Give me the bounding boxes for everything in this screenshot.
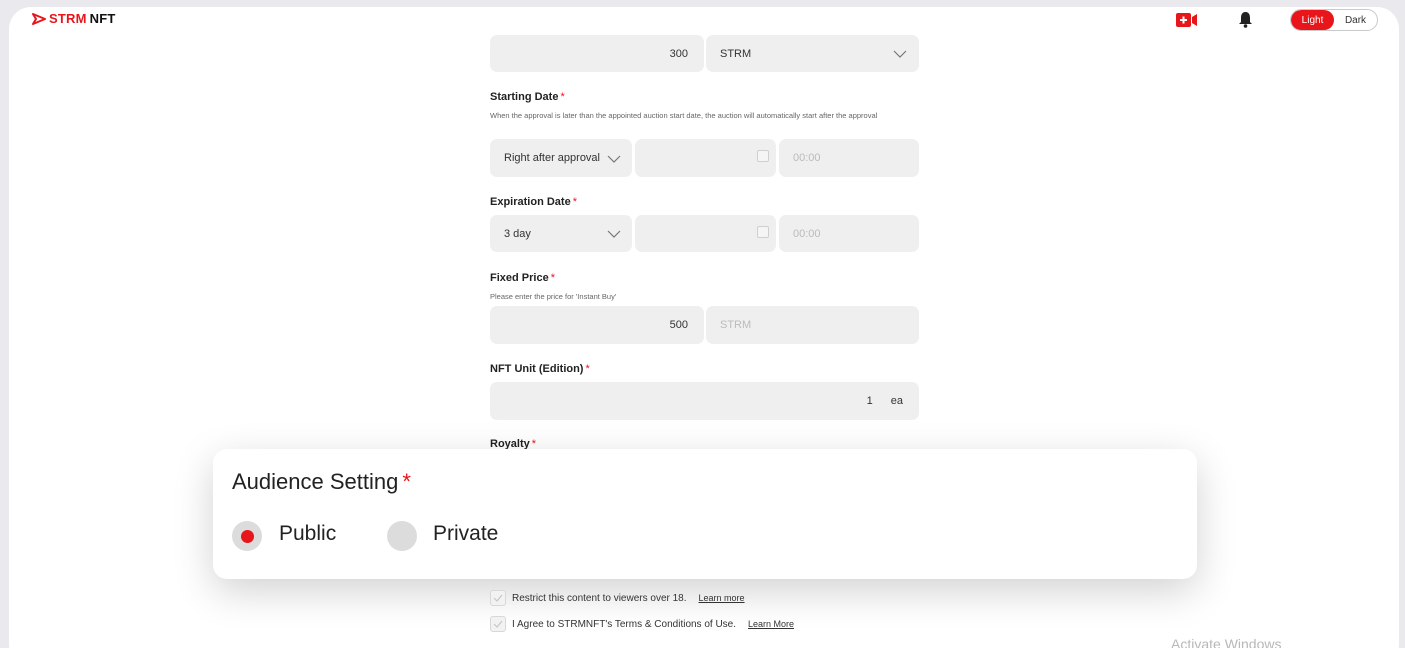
- starting-date-picker[interactable]: [635, 139, 776, 177]
- logo-text-strm: STRM: [49, 11, 87, 26]
- audience-setting-panel: Audience Setting * Public Private: [213, 449, 1197, 579]
- check-icon: [493, 620, 503, 628]
- private-radio-label[interactable]: Private: [433, 522, 498, 546]
- live-video-icon[interactable]: [1176, 12, 1198, 28]
- theme-light-button[interactable]: Light: [1291, 10, 1334, 30]
- starting-date-label: Starting Date *: [490, 91, 565, 103]
- fixed-price-currency: STRM: [706, 306, 919, 344]
- restrict-age-checkbox[interactable]: [490, 590, 506, 606]
- calendar-icon: [757, 150, 769, 162]
- currency-select[interactable]: STRM: [706, 35, 919, 72]
- fixed-price-input[interactable]: 500: [490, 306, 704, 344]
- play-logo-icon: [32, 12, 46, 25]
- strmnft-logo[interactable]: STRM NFT: [32, 11, 116, 26]
- restrict-age-text: Restrict this content to viewers over 18…: [512, 592, 687, 604]
- public-radio[interactable]: [232, 521, 262, 551]
- expiration-date-select-value: 3 day: [504, 227, 531, 240]
- price-value: 300: [669, 47, 688, 60]
- activate-windows-watermark: Activate Windows: [1171, 636, 1282, 648]
- agree-terms-row: I Agree to STRMNFT's Terms & Conditions …: [490, 616, 794, 632]
- nft-unit-label: NFT Unit (Edition) *: [490, 363, 590, 375]
- agree-terms-text: I Agree to STRMNFT's Terms & Conditions …: [512, 618, 737, 630]
- nft-unit-value: 1: [866, 395, 873, 407]
- theme-dark-button[interactable]: Dark: [1334, 10, 1377, 30]
- chevron-down-icon: [607, 155, 621, 163]
- fixed-price-currency-value: STRM: [720, 319, 752, 331]
- starting-time-value: 00:00: [793, 152, 821, 164]
- chevron-down-icon: [607, 230, 621, 238]
- audience-setting-title: Audience Setting *: [232, 469, 411, 494]
- expiration-time-input[interactable]: 00:00: [779, 215, 919, 252]
- nft-unit-suffix: ea: [890, 395, 903, 407]
- restrict-age-row: Restrict this content to viewers over 18…: [490, 590, 745, 606]
- public-radio-label[interactable]: Public: [279, 522, 336, 546]
- chevron-down-icon: [893, 50, 907, 58]
- starting-time-input[interactable]: 00:00: [779, 139, 919, 177]
- starting-date-hint: When the approval is later than the appo…: [490, 111, 878, 120]
- fixed-price-label: Fixed Price *: [490, 272, 555, 284]
- nft-unit-input[interactable]: 1 ea: [490, 382, 919, 420]
- expiration-time-value: 00:00: [793, 227, 821, 240]
- private-radio[interactable]: [387, 521, 417, 551]
- fixed-price-hint: Please enter the price for 'Instant Buy': [490, 292, 617, 301]
- bell-icon[interactable]: [1238, 11, 1253, 28]
- logo-text-nft: NFT: [89, 11, 116, 26]
- expiration-date-picker[interactable]: [635, 215, 776, 252]
- currency-value: STRM: [720, 47, 752, 60]
- calendar-icon: [757, 226, 769, 238]
- starting-date-select-value: Right after approval: [504, 152, 600, 164]
- agree-learn-more-link[interactable]: Learn More: [748, 619, 794, 629]
- expiration-date-label: Expiration Date *: [490, 196, 577, 208]
- fixed-price-value: 500: [669, 319, 688, 331]
- agree-terms-checkbox[interactable]: [490, 616, 506, 632]
- price-input[interactable]: 300: [490, 35, 704, 72]
- check-icon: [493, 594, 503, 602]
- theme-toggle[interactable]: Light Dark: [1290, 9, 1378, 31]
- restrict-learn-more-link[interactable]: Learn more: [699, 593, 745, 603]
